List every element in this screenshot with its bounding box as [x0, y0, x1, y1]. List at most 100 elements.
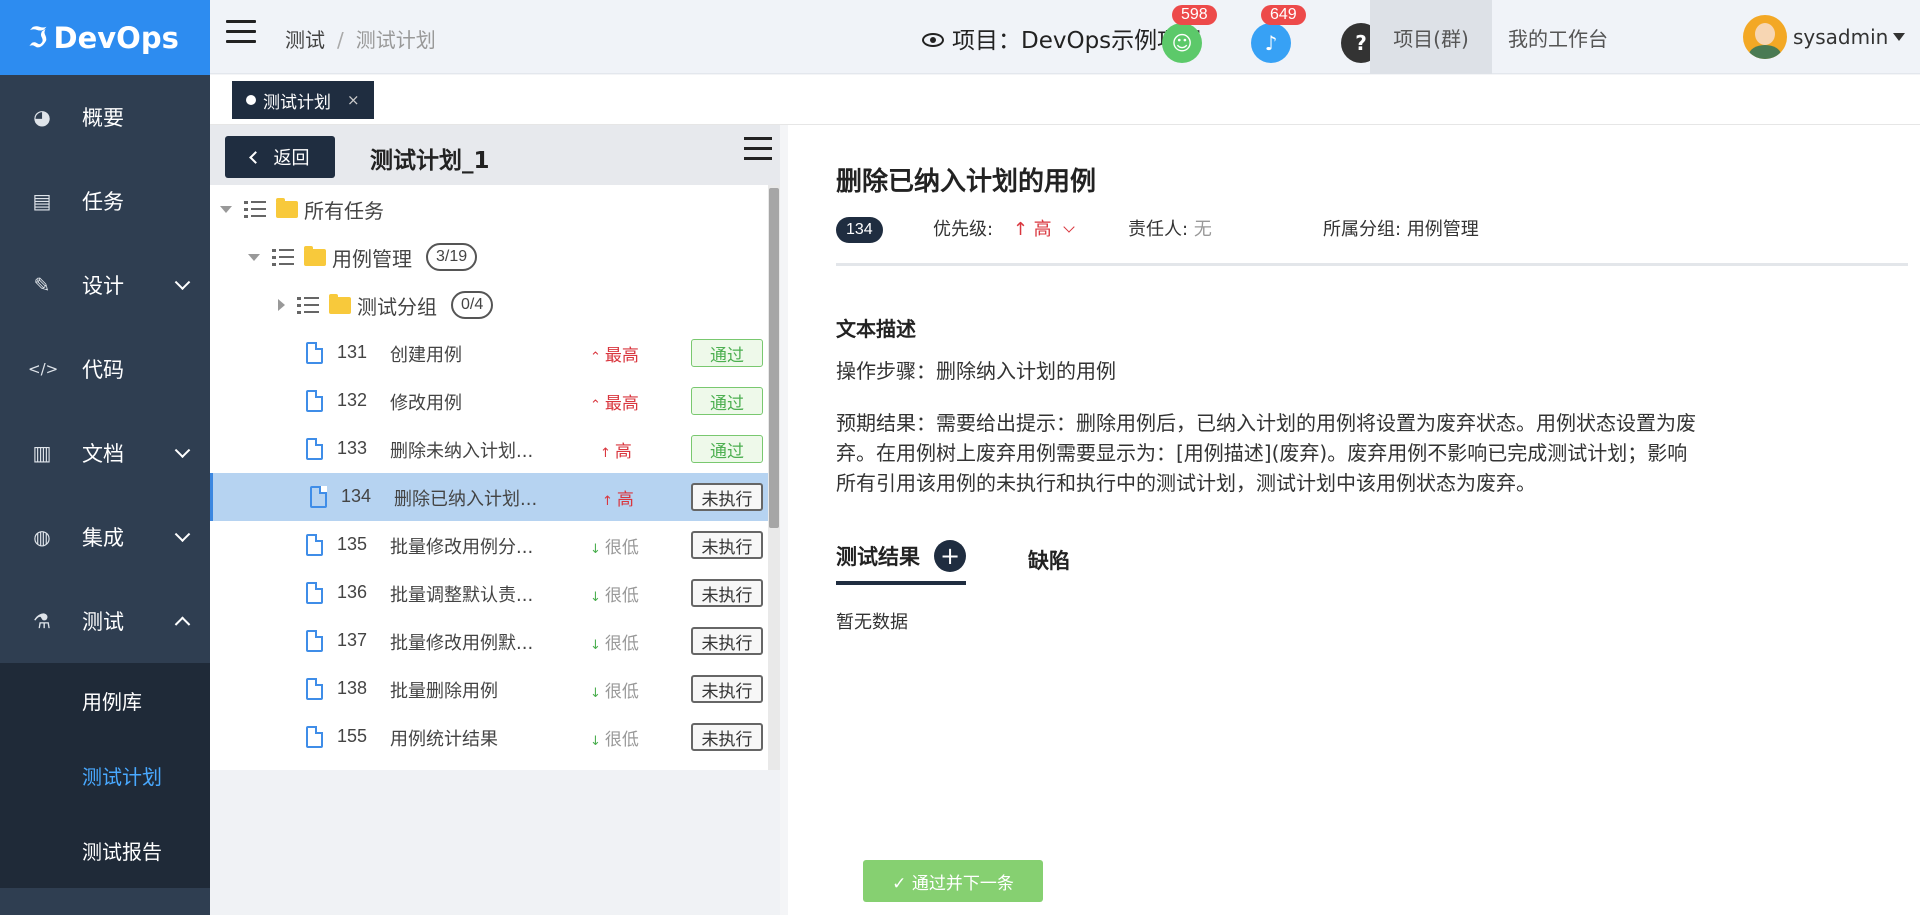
down-arrow-icon: ↓: [590, 590, 601, 605]
case-id: 135: [337, 534, 368, 554]
tree-node-group[interactable]: 用例管理 3/19: [210, 233, 768, 281]
section-title: 文本描述: [836, 317, 916, 341]
priority-label: 很低: [604, 682, 639, 702]
tree-node-subgroup[interactable]: 测试分组 0/4: [210, 281, 768, 329]
case-priority: ↓ 很低: [590, 629, 639, 654]
tab-test-results[interactable]: 测试结果 +: [836, 540, 966, 585]
priority-label: 优先级:: [933, 219, 994, 240]
bell-icon[interactable]: ♪: [1251, 23, 1291, 63]
menu-toggle-icon[interactable]: [226, 20, 256, 44]
up-arrow-icon: ↑: [602, 494, 613, 509]
sidebar-item-label: 测试: [82, 610, 124, 634]
tab-project-group[interactable]: 项目(群): [1370, 0, 1492, 74]
sidebar-item-code[interactable]: </> 代码: [0, 327, 210, 411]
test-case-icon: [306, 726, 323, 748]
priority-label: 高: [616, 490, 634, 510]
case-id-badge: 134: [836, 217, 883, 243]
case-row[interactable]: 133 删除未纳入计划... ↑ 高 通过: [210, 425, 768, 473]
priority-label: 很低: [604, 586, 639, 606]
priority-label: 很低: [604, 538, 639, 558]
priority-field[interactable]: 优先级: ↑ 高: [933, 215, 1076, 241]
case-row[interactable]: 136 批量调整默认责... ↓ 很低 未执行: [210, 569, 768, 617]
sidebar-item-overview[interactable]: ◕ 概要: [0, 75, 210, 159]
caret-down-icon: [220, 205, 232, 213]
up-arrow-icon: ↑: [600, 446, 611, 461]
case-priority: ↑ 高: [600, 437, 632, 462]
chevron-left-icon: [248, 150, 262, 164]
status-badge: 通过: [691, 435, 763, 463]
tree-node-root[interactable]: 所有任务: [210, 185, 768, 233]
folder-icon: [329, 293, 351, 314]
sidebar-item-docs[interactable]: ▥ 文档: [0, 411, 210, 495]
avatar[interactable]: [1743, 15, 1787, 59]
case-id: 138: [337, 678, 368, 698]
case-priority: ↓ 很低: [590, 533, 639, 558]
priority-label: 很低: [604, 634, 639, 654]
chevron-down-icon[interactable]: [1063, 221, 1076, 233]
sidebar-item-integration[interactable]: ◍ 集成: [0, 495, 210, 579]
task-notifications-icon[interactable]: ☺: [1162, 23, 1202, 63]
case-name: 删除已纳入计划...: [394, 489, 538, 510]
priority-label: 高: [614, 442, 632, 462]
down-arrow-icon: ↓: [590, 734, 601, 749]
priority-label: 很低: [604, 730, 639, 750]
group-value: 用例管理: [1406, 219, 1479, 240]
case-row[interactable]: 135 批量修改用例分... ↓ 很低 未执行: [210, 521, 768, 569]
breadcrumb-item[interactable]: 测试: [285, 28, 325, 52]
sidebar-item-testing[interactable]: ⚗ 测试: [0, 579, 210, 663]
brand-logo[interactable]: ℑ DevOps: [0, 0, 210, 75]
case-row[interactable]: 132 修改用例 ⌃ 最高 通过: [210, 377, 768, 425]
back-button[interactable]: 返回: [225, 136, 335, 178]
case-name: 创建用例: [390, 345, 462, 366]
caret-down-icon: [248, 253, 260, 261]
list-icon: [297, 296, 319, 314]
panel-menu-icon[interactable]: [744, 137, 772, 161]
sidebar-item-label: 任务: [82, 190, 124, 214]
tree-scrollbar[interactable]: [768, 185, 780, 770]
case-row[interactable]: 131 创建用例 ⌃ 最高 通过: [210, 329, 768, 377]
empty-state: 暂无数据: [836, 612, 908, 633]
status-badge: 未执行: [691, 627, 763, 655]
case-row[interactable]: 155 用例统计结果 ↓ 很低 未执行: [210, 713, 768, 761]
case-row[interactable]: 137 批量修改用例默... ↓ 很低 未执行: [210, 617, 768, 665]
caret-down-icon[interactable]: [1893, 33, 1905, 41]
result-tabs: 测试结果 + 缺陷: [836, 540, 1396, 590]
double-up-arrow-icon: ⌃: [590, 398, 601, 413]
status-badge: 通过: [691, 387, 763, 415]
sidebar-item-tasks[interactable]: ▤ 任务: [0, 159, 210, 243]
task-icon: ▤: [32, 189, 52, 213]
case-row-selected[interactable]: 134 删除已纳入计划... ↑ 高 未执行: [210, 473, 768, 521]
pass-and-next-button[interactable]: ✓ 通过并下一条: [863, 860, 1043, 902]
steps-text: 操作步骤：删除纳入计划的用例: [836, 359, 1116, 383]
case-id: 132: [337, 390, 368, 410]
caret-right-icon: [278, 299, 285, 311]
sidebar-subitem-test-plan[interactable]: 测试计划: [0, 738, 210, 813]
sidebar-subitem-test-report[interactable]: 测试报告: [0, 813, 210, 888]
close-icon[interactable]: ×: [347, 91, 360, 109]
chevron-up-icon: [174, 616, 191, 633]
username[interactable]: sysadmin: [1793, 25, 1888, 49]
integration-icon: ◍: [33, 525, 51, 549]
tab-defects[interactable]: 缺陷: [1028, 545, 1070, 575]
test-case-icon: [306, 438, 323, 460]
devops-logo-icon: ℑ: [28, 21, 48, 54]
test-case-icon: [306, 534, 323, 556]
chevron-down-icon: [174, 526, 191, 543]
case-priority: ↓ 很低: [590, 677, 639, 702]
tab-test-plan[interactable]: 测试计划 ×: [232, 81, 374, 119]
sidebar-subitem-case-library[interactable]: 用例库: [0, 663, 210, 738]
case-priority: ↓ 很低: [590, 581, 639, 606]
tab-my-workbench[interactable]: 我的工作台: [1500, 0, 1616, 74]
project-selector[interactable]: 项目：DevOps示例项目: [922, 21, 1203, 55]
add-result-button[interactable]: +: [934, 540, 966, 572]
sidebar-item-design[interactable]: ✎ 设计: [0, 243, 210, 327]
case-id: 134: [341, 486, 372, 506]
notification-count-badge: 649: [1261, 5, 1306, 25]
case-priority: ↓ 很低: [590, 725, 639, 750]
brand-name: DevOps: [53, 20, 179, 55]
group-label: 所属分组:: [1323, 219, 1402, 240]
scrollbar-thumb[interactable]: [769, 188, 779, 528]
folder-icon: [276, 197, 298, 218]
double-up-arrow-icon: ⌃: [590, 350, 601, 365]
case-row[interactable]: 138 批量删除用例 ↓ 很低 未执行: [210, 665, 768, 713]
